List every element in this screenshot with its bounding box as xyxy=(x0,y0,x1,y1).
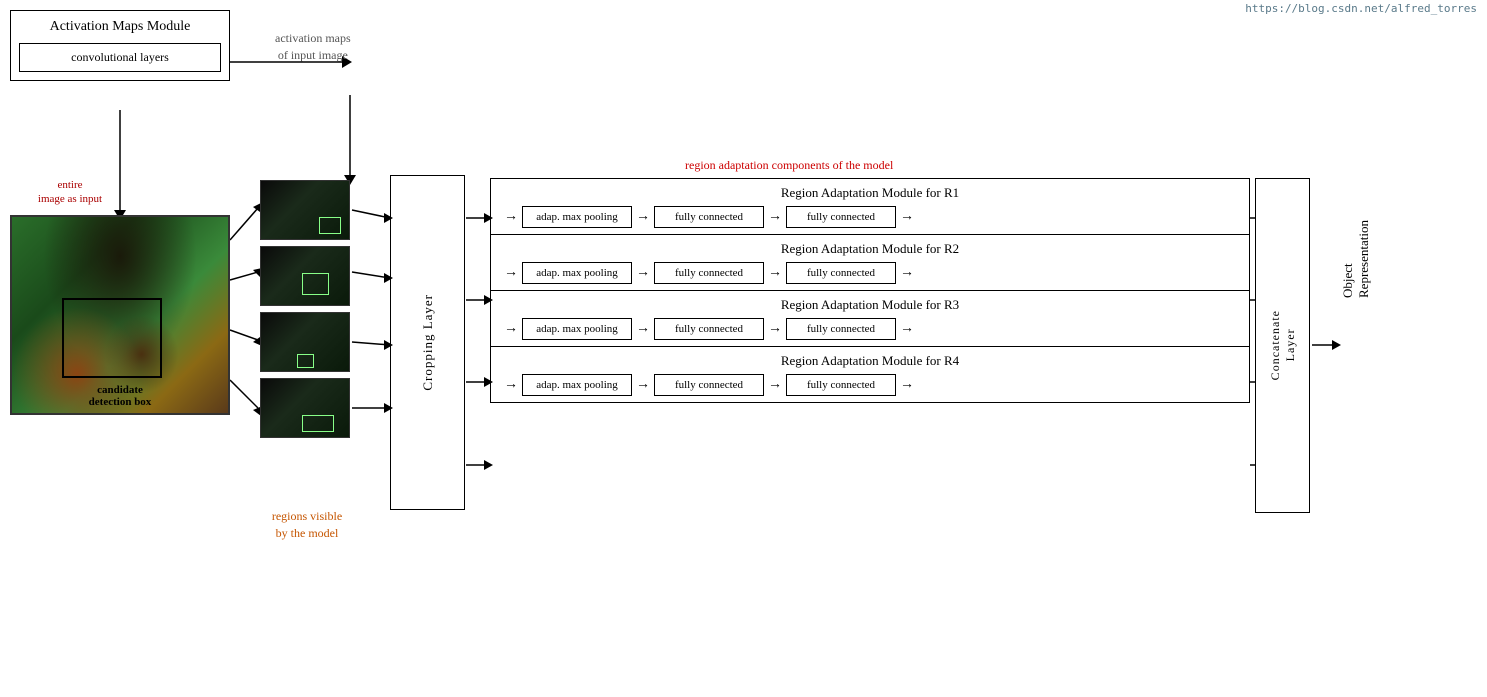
ram-3-comp-2: fully connected xyxy=(786,318,896,340)
ram-2-comp-0: adap. max pooling xyxy=(522,262,632,284)
region-modules-container: Region Adaptation Module for R1 → adap. … xyxy=(490,178,1250,403)
region-thumb-1 xyxy=(260,180,350,240)
ram-4-arrow-1: → xyxy=(636,377,650,393)
ram-2-comp-2: fully connected xyxy=(786,262,896,284)
ram-4-comp-0: adap. max pooling xyxy=(522,374,632,396)
input-image: candidatedetection box xyxy=(10,215,230,415)
activation-module-title: Activation Maps Module xyxy=(19,19,221,35)
ram-1-arrow-1: → xyxy=(636,209,650,225)
ram-3: Region Adaptation Module for R3 → adap. … xyxy=(491,291,1249,347)
watermark: https://blog.csdn.net/alfred_torres xyxy=(1245,2,1477,15)
ram-2-arrow-0: → xyxy=(504,265,518,281)
ram-2-arrow-2: → xyxy=(768,265,782,281)
ram-4: Region Adaptation Module for R4 → adap. … xyxy=(491,347,1249,402)
concatenate-layer: ConcatenateLayer xyxy=(1255,178,1310,513)
region-thumb-2 xyxy=(260,246,350,306)
object-representation: Object Representation xyxy=(1340,220,1372,298)
ram-4-arrow-2: → xyxy=(768,377,782,393)
regions-visible-label: regions visibleby the model xyxy=(262,508,352,542)
ram-1-title: Region Adaptation Module for R1 xyxy=(499,185,1241,201)
ram-3-arrow-2: → xyxy=(768,321,782,337)
ram-1-comp-0: adap. max pooling xyxy=(522,206,632,228)
ram-1-arrow-3: → xyxy=(900,209,914,225)
region-thumb-4 xyxy=(260,378,350,438)
ram-3-row: → adap. max pooling → fully connected → … xyxy=(499,318,1241,340)
conv-layers-box: convolutional layers xyxy=(19,43,221,72)
detection-label: candidatedetection box xyxy=(89,384,152,408)
ram-1-row: → adap. max pooling → fully connected → … xyxy=(499,206,1241,228)
cropping-layer-text: Cropping Layer xyxy=(420,294,436,391)
activation-maps-label: activation mapsof input image xyxy=(275,30,351,64)
ram-2-title: Region Adaptation Module for R2 xyxy=(499,241,1241,257)
entire-image-label: entireimage as input xyxy=(30,178,110,207)
ram-4-comp-1: fully connected xyxy=(654,374,764,396)
ram-1-comp-2: fully connected xyxy=(786,206,896,228)
ram-2-row: → adap. max pooling → fully connected → … xyxy=(499,262,1241,284)
ram-2-arrow-1: → xyxy=(636,265,650,281)
ram-4-title: Region Adaptation Module for R4 xyxy=(499,353,1241,369)
ram-2: Region Adaptation Module for R2 → adap. … xyxy=(491,235,1249,291)
region-adapt-label: region adaptation components of the mode… xyxy=(685,158,893,173)
main-container: Activation Maps Module convolutional lay… xyxy=(0,0,1487,20)
activation-maps-module: Activation Maps Module convolutional lay… xyxy=(10,10,230,81)
ram-1-comp-1: fully connected xyxy=(654,206,764,228)
detection-box xyxy=(62,298,162,378)
ram-3-comp-1: fully connected xyxy=(654,318,764,340)
concatenate-layer-text: ConcatenateLayer xyxy=(1268,310,1298,380)
ram-2-arrow-3: → xyxy=(900,265,914,281)
ram-3-arrow-1: → xyxy=(636,321,650,337)
region-thumb-3 xyxy=(260,312,350,372)
ram-1: Region Adaptation Module for R1 → adap. … xyxy=(491,179,1249,235)
ram-3-arrow-0: → xyxy=(504,321,518,337)
ram-2-comp-1: fully connected xyxy=(654,262,764,284)
cropping-layer: Cropping Layer xyxy=(390,175,465,510)
ram-3-comp-0: adap. max pooling xyxy=(522,318,632,340)
ram-4-row: → adap. max pooling → fully connected → … xyxy=(499,374,1241,396)
region-thumbnails xyxy=(260,180,350,438)
ram-1-arrow-0: → xyxy=(504,209,518,225)
ram-4-arrow-3: → xyxy=(900,377,914,393)
ram-3-title: Region Adaptation Module for R3 xyxy=(499,297,1241,313)
ram-1-arrow-2: → xyxy=(768,209,782,225)
ram-3-arrow-3: → xyxy=(900,321,914,337)
ram-4-arrow-0: → xyxy=(504,377,518,393)
ram-4-comp-2: fully connected xyxy=(786,374,896,396)
